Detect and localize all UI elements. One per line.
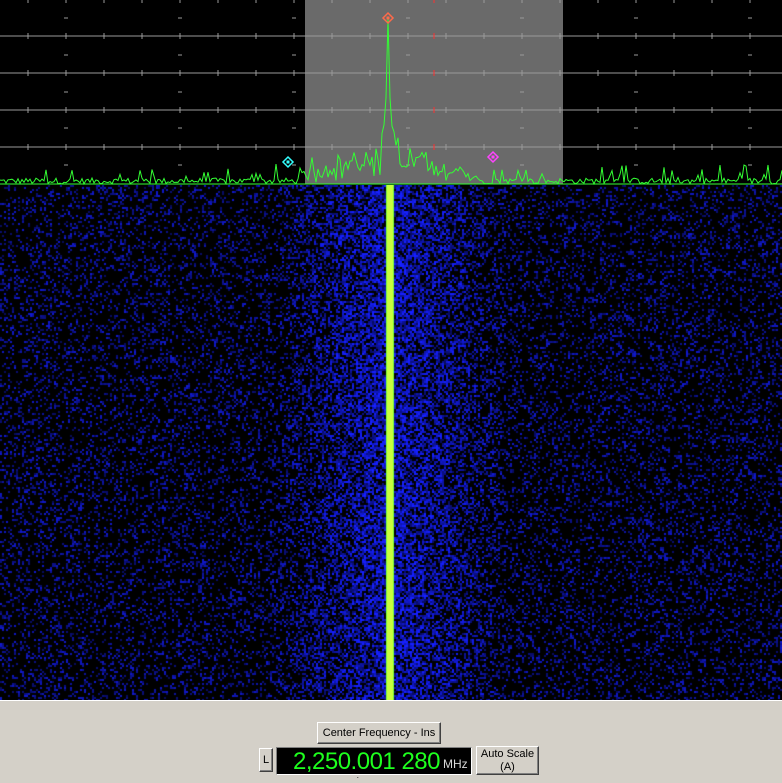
waterfall-display[interactable] <box>0 185 782 700</box>
left-marker-dot <box>286 160 290 164</box>
auto-scale-button[interactable]: Auto Scale (A) <box>476 746 539 775</box>
tuning-cursor-icon: ⌒ <box>357 777 365 783</box>
right-marker-dot <box>491 155 495 159</box>
control-panel: Center Frequency - Ins L 2,250.001 280 M… <box>0 700 782 783</box>
auto-scale-label: Auto Scale <box>480 748 535 760</box>
frequency-value: 2,250.001 280 <box>293 748 440 775</box>
auto-scale-shortcut: (A) <box>500 760 515 773</box>
center-frequency-button[interactable]: Center Frequency - Ins <box>317 722 441 744</box>
passband-region[interactable] <box>305 0 563 184</box>
frequency-unit: MHz <box>443 757 468 771</box>
l-button[interactable]: L <box>259 748 273 772</box>
frequency-display[interactable]: 2,250.001 280 MHz <box>276 747 472 775</box>
spectrum-display[interactable] <box>0 0 782 185</box>
peak-marker-dot <box>386 16 390 20</box>
